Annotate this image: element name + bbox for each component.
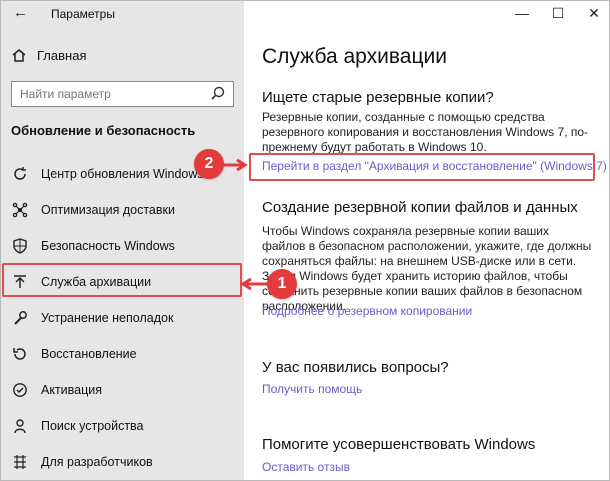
close-icon[interactable]: ✕ bbox=[587, 5, 601, 22]
feedback-link[interactable]: Оставить отзыв bbox=[262, 460, 350, 474]
sidebar-item-label: Активация bbox=[41, 383, 103, 397]
sidebar: ← Параметры Главная Обновление и безопас… bbox=[1, 1, 244, 480]
sidebar-nav: Центр обновления Windows Оптимизация дос… bbox=[1, 156, 244, 480]
arrow-2-icon bbox=[221, 159, 248, 171]
page-title: Служба архивации bbox=[262, 45, 447, 68]
sidebar-item-find-device[interactable]: Поиск устройства bbox=[1, 408, 244, 444]
nav-home-label: Главная bbox=[37, 47, 87, 63]
sidebar-item-delivery-optimization[interactable]: Оптимизация доставки bbox=[1, 192, 244, 228]
developer-icon bbox=[11, 453, 29, 471]
titlebar-left: ← Параметры bbox=[1, 1, 244, 27]
window-title: Параметры bbox=[51, 7, 115, 21]
sidebar-item-windows-security[interactable]: Безопасность Windows bbox=[1, 228, 244, 264]
search-icon[interactable] bbox=[211, 86, 225, 100]
sidebar-item-developers[interactable]: Для разработчиков bbox=[1, 444, 244, 480]
step-badge-1: 1 bbox=[267, 269, 297, 299]
recovery-icon bbox=[11, 345, 29, 363]
sidebar-item-troubleshoot[interactable]: Устранение неполадок bbox=[1, 300, 244, 336]
shield-icon bbox=[11, 237, 29, 255]
step-badge-2: 2 bbox=[194, 149, 224, 179]
get-help-link[interactable]: Получить помощь bbox=[262, 382, 362, 396]
settings-window: ← Параметры Главная Обновление и безопас… bbox=[0, 0, 610, 481]
improve-heading: Помогите усовершенствовать Windows bbox=[262, 436, 536, 453]
nav-home[interactable]: Главная bbox=[11, 47, 86, 63]
person-location-icon bbox=[11, 417, 29, 435]
search-box[interactable] bbox=[11, 81, 234, 107]
refresh-icon bbox=[11, 165, 29, 183]
arrow-1-icon bbox=[240, 278, 269, 290]
search-input[interactable] bbox=[12, 82, 208, 106]
highlight-backup-restore-link bbox=[249, 153, 595, 181]
file-backup-text: Чтобы Windows сохраняла резервные копии … bbox=[262, 224, 592, 313]
sidebar-item-label: Оптимизация доставки bbox=[41, 203, 175, 217]
sidebar-item-label: Для разработчиков bbox=[41, 455, 153, 469]
sidebar-item-label: Центр обновления Windows bbox=[41, 167, 204, 181]
activation-check-icon bbox=[11, 381, 29, 399]
highlight-backup-item bbox=[2, 263, 242, 297]
back-arrow-icon[interactable]: ← bbox=[13, 4, 28, 21]
sidebar-item-label: Безопасность Windows bbox=[41, 239, 175, 253]
sidebar-item-activation[interactable]: Активация bbox=[1, 372, 244, 408]
file-backup-heading: Создание резервной копии файлов и данных bbox=[262, 199, 578, 216]
section-title: Обновление и безопасность bbox=[11, 123, 196, 138]
maximize-icon[interactable]: ☐ bbox=[551, 5, 565, 22]
sidebar-item-label: Восстановление bbox=[41, 347, 137, 361]
minimize-icon[interactable]: — bbox=[515, 5, 529, 22]
old-backups-text: Резервные копии, созданные с помощью сре… bbox=[262, 110, 589, 154]
home-icon bbox=[11, 47, 27, 63]
sidebar-item-label: Поиск устройства bbox=[41, 419, 144, 433]
main-panel: — ☐ ✕ Служба архивации Ищете старые резе… bbox=[244, 1, 609, 480]
old-backups-heading: Ищете старые резервные копии? bbox=[262, 89, 494, 106]
delivery-icon bbox=[11, 201, 29, 219]
sidebar-item-recovery[interactable]: Восстановление bbox=[1, 336, 244, 372]
sidebar-item-label: Устранение неполадок bbox=[41, 311, 174, 325]
window-controls: — ☐ ✕ bbox=[515, 5, 601, 22]
wrench-icon bbox=[11, 309, 29, 327]
learn-more-backup-link[interactable]: Подробнее о резервном копировании bbox=[262, 304, 472, 318]
questions-heading: У вас появились вопросы? bbox=[262, 359, 449, 376]
